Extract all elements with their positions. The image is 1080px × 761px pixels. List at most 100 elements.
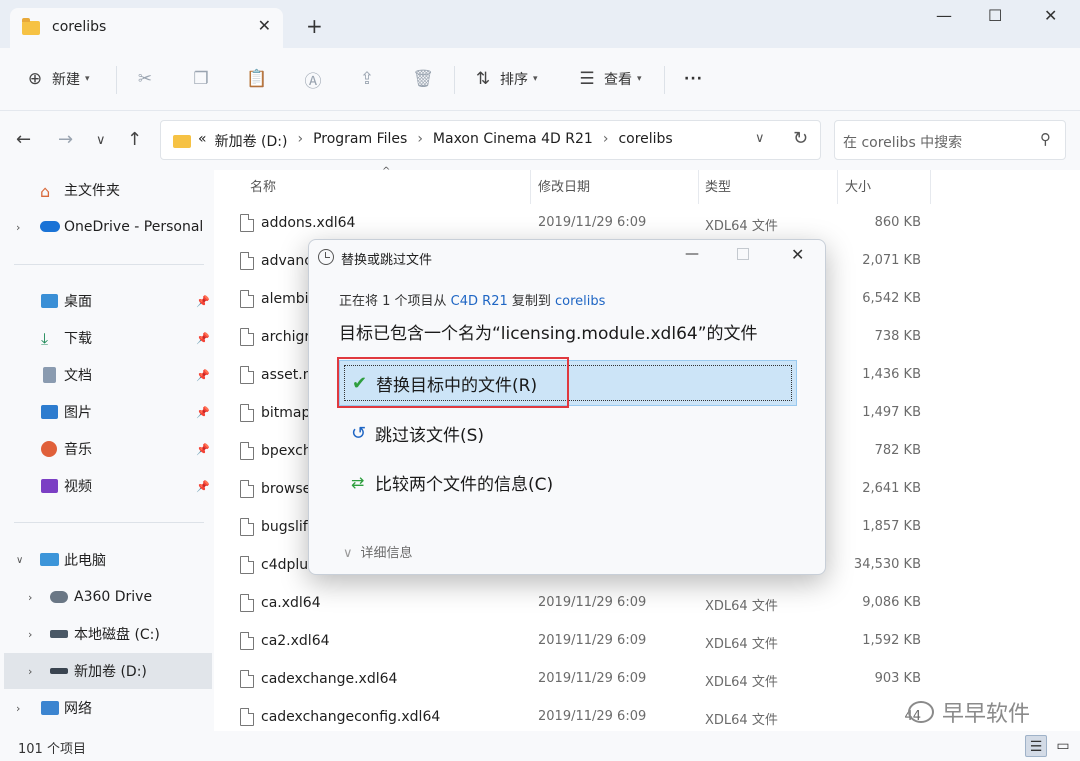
refresh-icon[interactable]: ↻ [793,128,808,149]
search-icon: ⚲ [1040,130,1051,148]
rename-button[interactable]: Ⓐ [302,66,324,92]
more-options-button[interactable]: ··· [684,66,703,92]
dialog-close-button[interactable]: ✕ [791,245,804,264]
file-icon [240,328,254,346]
breadcrumb-item[interactable]: corelibs [618,131,672,151]
sidebar-item-a360[interactable]: › A360 Drive [0,579,212,615]
column-header-name[interactable]: 名称 [250,176,276,195]
chevron-right-icon[interactable]: › [16,221,20,234]
source-link[interactable]: C4D R21 [451,294,508,309]
address-history-icon[interactable]: ∨ [755,131,765,146]
column-header-date[interactable]: 修改日期 [538,176,590,195]
sidebar-item-pictures[interactable]: 图片 📌 [0,394,212,430]
compare-files-option[interactable]: ⇄ 比较两个文件的信息(C) [339,459,797,505]
undo-icon: ↺ [351,422,367,444]
file-date: 2019/11/29 6:09 [538,671,647,686]
sidebar-item-drive-d[interactable]: › 新加卷 (D:) [4,653,212,689]
column-divider[interactable] [837,170,838,204]
new-button[interactable]: ⊕ 新建 ▾ [24,66,90,92]
details-view-button[interactable]: ☰ [1025,735,1047,757]
column-divider[interactable] [698,170,699,204]
close-window-button[interactable]: ✕ [1044,6,1057,25]
dialog-maximize-button[interactable] [737,248,749,260]
file-name: bitmap [261,405,311,421]
column-header-type[interactable]: 类型 [705,176,731,195]
sidebar-item-downloads[interactable]: ⤓ 下载 📌 [0,320,212,356]
file-row[interactable]: cadexchange.xdl64 2019/11/29 6:09 XDL64 文件… [214,662,1080,700]
pin-icon[interactable]: 📌 [196,406,210,419]
minimize-button[interactable]: — [936,6,952,25]
dialog-minimize-button[interactable]: — [685,246,699,262]
chevron-right-icon[interactable]: › [28,591,32,604]
share-button[interactable]: ⇪ [356,66,378,92]
chevron-right-icon[interactable]: › [603,131,609,151]
sidebar-item-onedrive[interactable]: › OneDrive - Personal [0,209,212,245]
dialog-title: 替换或跳过文件 [341,253,433,268]
chevron-down-icon[interactable]: ∨ [16,555,23,566]
chevron-right-icon[interactable]: › [16,702,20,715]
up-button[interactable]: ↑ [127,129,142,150]
maximize-button[interactable]: ☐ [988,6,1002,25]
pin-icon[interactable]: 📌 [196,480,210,493]
pin-icon[interactable]: 📌 [196,332,210,345]
chevron-down-icon: ▾ [533,74,538,84]
tiles-view-button[interactable]: ▭ [1052,735,1074,757]
title-bar: corelibs ✕ + — ☐ ✕ [0,0,1080,48]
replace-file-option[interactable]: ✔ 替换目标中的文件(R) [339,360,797,406]
paste-button[interactable]: 📋 [246,66,268,92]
file-icon [240,480,254,498]
tab-corelibs[interactable]: corelibs ✕ [10,8,283,48]
pin-icon[interactable]: 📌 [196,443,210,456]
pin-icon[interactable]: 📌 [196,295,210,308]
breadcrumb-item[interactable]: 新加卷 (D:) [215,131,288,151]
back-button[interactable]: ← [16,129,31,150]
sidebar-item-label: 图片 [64,405,92,421]
chevron-right-icon[interactable]: › [417,131,423,151]
cut-button[interactable]: ✂ [134,66,156,92]
sidebar-item-documents[interactable]: 文档 📌 [0,357,212,393]
file-row[interactable]: ca2.xdl64 2019/11/29 6:09 XDL64 文件 1,592 KB [214,624,1080,662]
watermark: 早早软件 [908,696,1030,728]
file-size: 1,436 KB [862,367,921,382]
more-details-toggle[interactable]: ∨ 详细信息 [343,542,413,561]
picture-icon [41,405,58,419]
search-box[interactable]: 在 corelibs 中搜索 ⚲ [834,120,1066,160]
new-tab-button[interactable]: + [306,16,323,36]
column-header-size[interactable]: 大小 [845,176,871,195]
destination-link[interactable]: corelibs [555,294,605,309]
copy-button[interactable]: ❐ [190,66,212,92]
sidebar-item-this-pc[interactable]: ∨ 此电脑 [0,542,212,578]
sidebar-item-network[interactable]: › 网络 [0,690,212,726]
view-button[interactable]: ☰ 查看 ▾ [576,66,641,92]
copy-text-middle: 复制到 [507,294,556,309]
file-size: 1,592 KB [862,633,921,648]
chevron-right-icon[interactable]: › [297,131,303,151]
address-bar[interactable]: « 新加卷 (D:) › Program Files › Maxon Cinem… [160,120,821,160]
breadcrumb-item[interactable]: Maxon Cinema 4D R21 [433,131,593,151]
sidebar-item-drive-c[interactable]: › 本地磁盘 (C:) [0,616,212,652]
rename-icon: Ⓐ [304,71,322,92]
breadcrumb-overflow[interactable]: « [198,131,207,151]
pin-icon[interactable]: 📌 [196,369,210,382]
close-tab-icon[interactable]: ✕ [258,16,271,35]
drive-icon [50,630,68,638]
sort-button[interactable]: ⇅ 排序 ▾ [472,66,538,92]
chevron-right-icon[interactable]: › [28,628,32,641]
column-divider[interactable] [930,170,931,204]
sidebar-item-music[interactable]: 音乐 📌 [0,431,212,467]
folder-icon [22,18,40,35]
sidebar-item-home[interactable]: ⌂ 主文件夹 [0,172,212,208]
breadcrumb-item[interactable]: Program Files [313,131,407,151]
sidebar-item-desktop[interactable]: 桌面 📌 [0,283,212,319]
file-name: ca2.xdl64 [261,633,330,649]
compare-files-label: 比较两个文件的信息(C) [375,474,554,495]
column-divider[interactable] [530,170,531,204]
forward-button[interactable]: → [58,129,73,150]
sidebar-item-videos[interactable]: 视频 📌 [0,468,212,504]
search-input[interactable]: 在 corelibs 中搜索 [843,132,962,152]
recent-locations-button[interactable]: ∨ [96,133,106,148]
delete-button[interactable]: 🗑 [412,66,434,92]
skip-file-option[interactable]: ↺ 跳过该文件(S) [339,410,797,456]
chevron-right-icon[interactable]: › [28,665,32,678]
file-row[interactable]: ca.xdl64 2019/11/29 6:09 XDL64 文件 9,086 KB [214,586,1080,624]
